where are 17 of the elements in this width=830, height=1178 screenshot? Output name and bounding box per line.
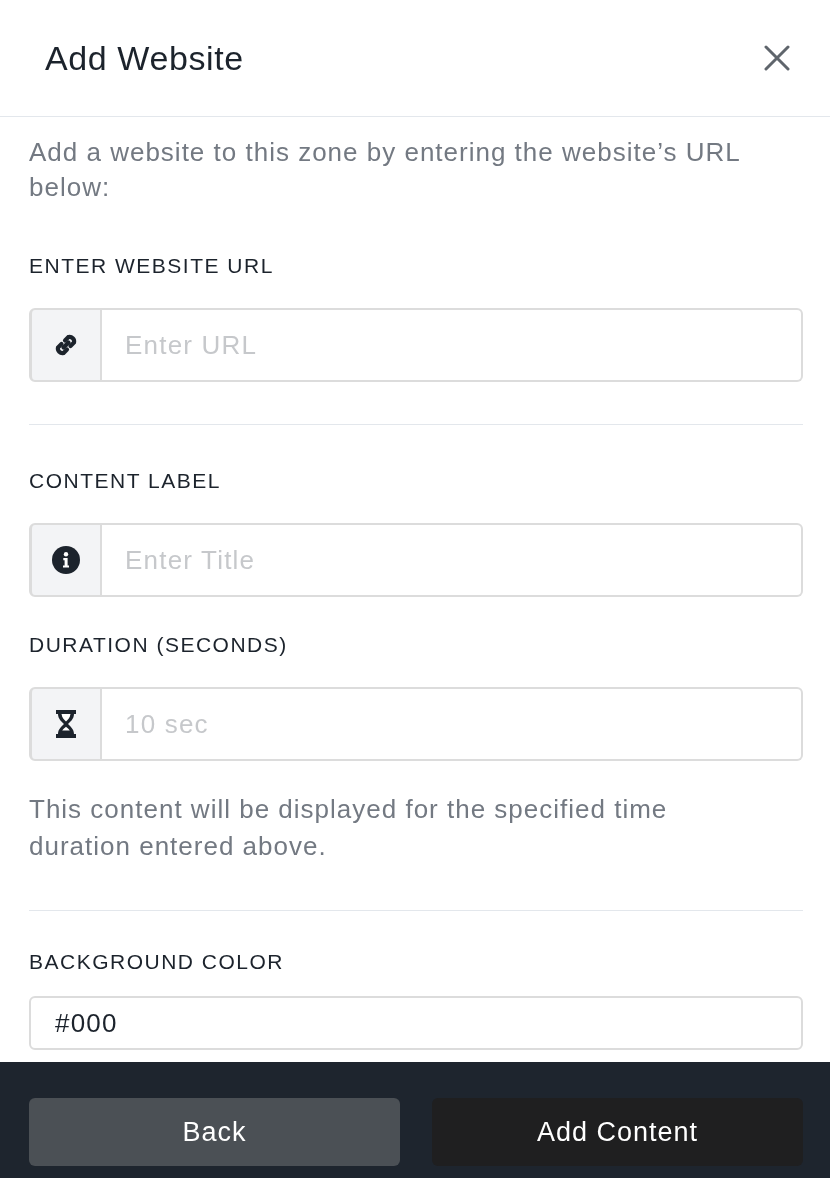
- add-content-button[interactable]: Add Content: [432, 1098, 803, 1166]
- color-field[interactable]: #000: [29, 996, 803, 1050]
- field-label: DURATION (SECONDS): [29, 632, 289, 658]
- duration-field[interactable]: 10 sec: [102, 687, 803, 761]
- title-field[interactable]: Enter Title: [102, 523, 803, 597]
- url-field[interactable]: Enter URL: [102, 308, 803, 382]
- close-icon: [764, 45, 790, 71]
- back-button[interactable]: Back: [29, 1098, 400, 1166]
- field-label: ENTER WEBSITE URL: [29, 253, 275, 279]
- info-icon: [52, 546, 80, 574]
- help-text: This content will be displayed for the specified time duration entered above.: [29, 793, 669, 863]
- intro-text: Add a website to this zone by entering the website’s URL below:: [29, 136, 741, 204]
- field-label: CONTENT LABEL: [29, 468, 222, 494]
- dialog-title: Add Website: [45, 38, 244, 78]
- field-label: BACKGROUND COLOR: [29, 949, 286, 975]
- close-button[interactable]: [764, 45, 790, 71]
- hourglass-icon: [55, 710, 77, 738]
